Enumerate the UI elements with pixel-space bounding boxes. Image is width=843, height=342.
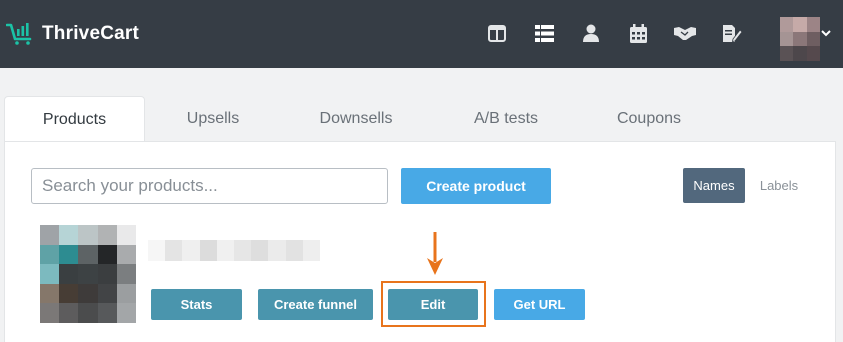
- cart-logo-icon: [6, 23, 32, 45]
- names-toggle-button[interactable]: Names: [683, 168, 745, 203]
- tab-ab-tests[interactable]: A/B tests: [431, 96, 581, 142]
- product-name-redacted: [148, 240, 321, 261]
- create-product-button[interactable]: Create product: [401, 168, 551, 204]
- edit-highlight-box: [381, 281, 486, 327]
- arrow-down-icon: [427, 232, 443, 275]
- labels-toggle-button[interactable]: Labels: [750, 168, 808, 203]
- product-thumbnail: [40, 225, 136, 323]
- avatar[interactable]: [780, 17, 820, 61]
- search-input[interactable]: [31, 168, 388, 204]
- calendar-icon[interactable]: [627, 22, 649, 44]
- get-url-button[interactable]: Get URL: [494, 289, 585, 320]
- handshake-icon[interactable]: [674, 22, 696, 44]
- tab-coupons[interactable]: Coupons: [581, 96, 717, 142]
- stats-button[interactable]: Stats: [151, 289, 242, 320]
- tab-upsells[interactable]: Upsells: [145, 96, 281, 142]
- user-icon[interactable]: [580, 22, 602, 44]
- list-icon[interactable]: [533, 22, 555, 44]
- chevron-down-icon[interactable]: [821, 29, 831, 37]
- app-name: ThriveCart: [42, 23, 140, 44]
- app-logo[interactable]: ThriveCart: [6, 21, 139, 47]
- tab-downsells[interactable]: Downsells: [281, 96, 431, 142]
- tab-products[interactable]: Products: [4, 96, 145, 142]
- edit-document-icon[interactable]: [721, 22, 743, 44]
- dashboard-icon[interactable]: [486, 22, 508, 44]
- product-tabs: Products Upsells Downsells A/B tests Cou…: [4, 96, 717, 142]
- top-navigation-bar: ThriveCart: [0, 0, 843, 68]
- create-funnel-button[interactable]: Create funnel: [258, 289, 373, 320]
